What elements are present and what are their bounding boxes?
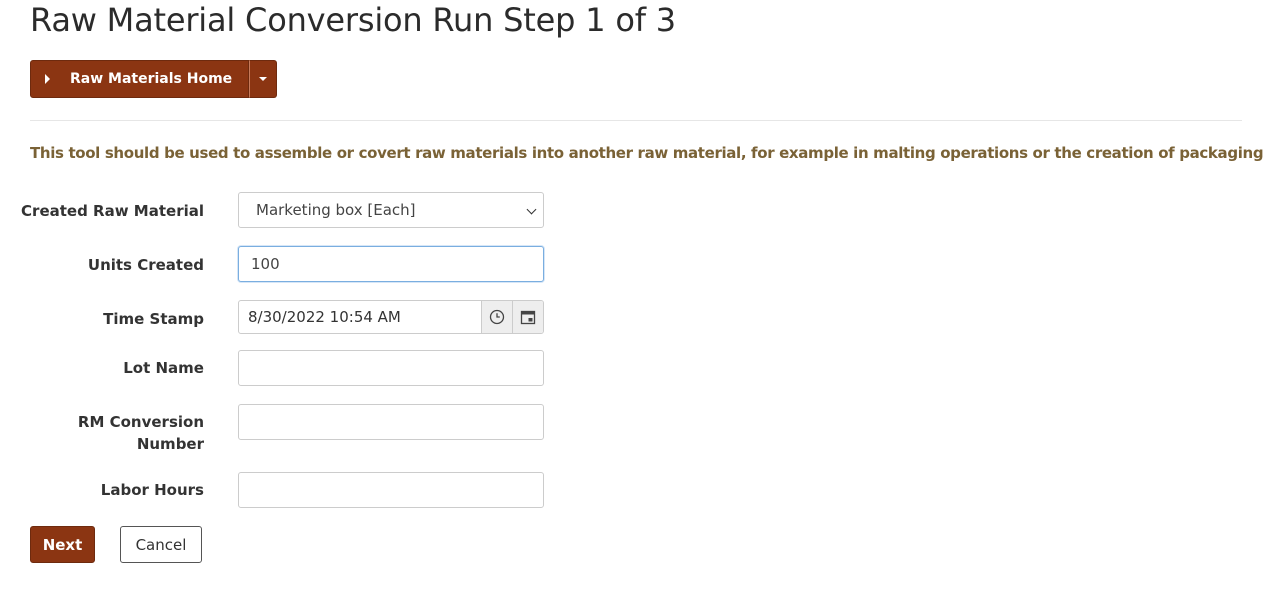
caret-right-icon [45,74,50,84]
units-created-label: Units Created [87,256,204,274]
raw-materials-home-label: Raw Materials Home [70,71,233,87]
time-stamp-label: Time Stamp [103,310,204,328]
created-raw-material-label: Created Raw Material [21,202,204,220]
caret-down-icon [259,77,268,81]
labor-hours-label: Labor Hours [100,481,204,499]
rm-conversion-number-input[interactable] [238,404,544,440]
rm-conversion-label-line2: Number [136,435,204,453]
clock-icon [489,309,505,325]
lot-name-label: Lot Name [123,359,204,377]
time-stamp-picker: 8/30/2022 10:54 AM [238,300,544,334]
rm-conversion-number-label: RM Conversion Number [78,411,204,455]
divider [30,120,1242,121]
units-created-input[interactable] [238,246,544,282]
time-stamp-input[interactable]: 8/30/2022 10:54 AM [239,301,481,333]
cancel-button[interactable]: Cancel [120,526,202,563]
time-picker-button[interactable] [481,301,512,333]
lot-name-input[interactable] [238,350,544,386]
created-raw-material-select[interactable]: Marketing box [Each] [238,192,544,228]
raw-materials-home-button-group: Raw Materials Home [30,60,278,98]
labor-hours-input[interactable] [238,472,544,508]
created-raw-material-value: Marketing box [Each] [256,201,416,219]
rm-conversion-label-line1: RM Conversion [77,413,204,431]
next-button[interactable]: Next [30,526,95,563]
intro-text: This tool should be used to assemble or … [30,144,1265,162]
raw-materials-home-button[interactable]: Raw Materials Home [30,60,250,98]
date-picker-button[interactable] [512,301,543,333]
chevron-down-icon [526,204,537,215]
home-dropdown-toggle[interactable] [249,60,278,98]
page-title: Raw Material Conversion Run Step 1 of 3 [30,1,676,39]
calendar-icon [520,310,536,325]
